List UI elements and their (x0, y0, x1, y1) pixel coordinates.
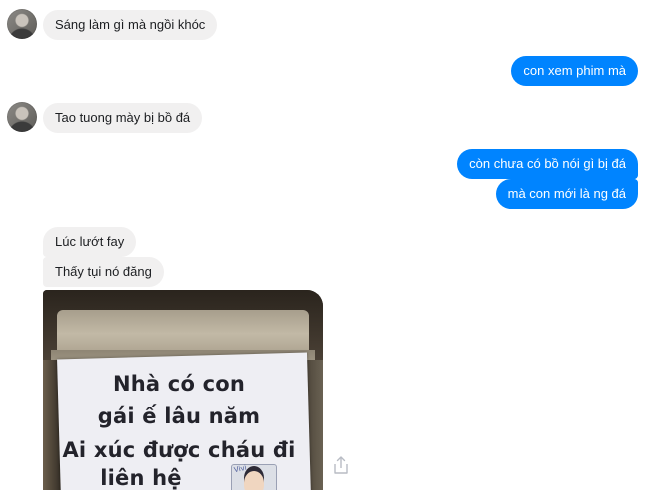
photo-sticker-face (244, 471, 264, 490)
message-outgoing[interactable]: mà con mới là ng đá (495, 179, 638, 209)
photo-sign-text: Nhà có con (112, 372, 246, 396)
photo-sticker-text: Vivi (233, 463, 248, 475)
message-incoming[interactable]: Tao tuong mày bị bồ đá (43, 103, 203, 133)
contact-avatar[interactable] (7, 102, 37, 132)
message-incoming[interactable]: Lúc lướt fay (43, 227, 137, 257)
message-incoming[interactable]: Thấy tụi nó đăng (43, 257, 164, 287)
contact-avatar[interactable] (7, 9, 37, 39)
share-icon[interactable] (330, 454, 352, 476)
message-photo[interactable]: Nhà có con gái ế lâu năm Ai xúc được chá… (43, 290, 323, 490)
message-outgoing[interactable]: con xem phim mà (511, 56, 638, 86)
message-incoming[interactable]: Sáng làm gì mà ngồi khóc (43, 10, 218, 40)
message-outgoing[interactable]: còn chưa có bồ nói gì bị đá (457, 149, 638, 179)
photo-sticker: Vivi (231, 464, 277, 490)
photo-sign-text: Ai xúc được cháu đi (62, 438, 296, 462)
photo-sign-text: gái ế lâu năm (97, 404, 261, 428)
